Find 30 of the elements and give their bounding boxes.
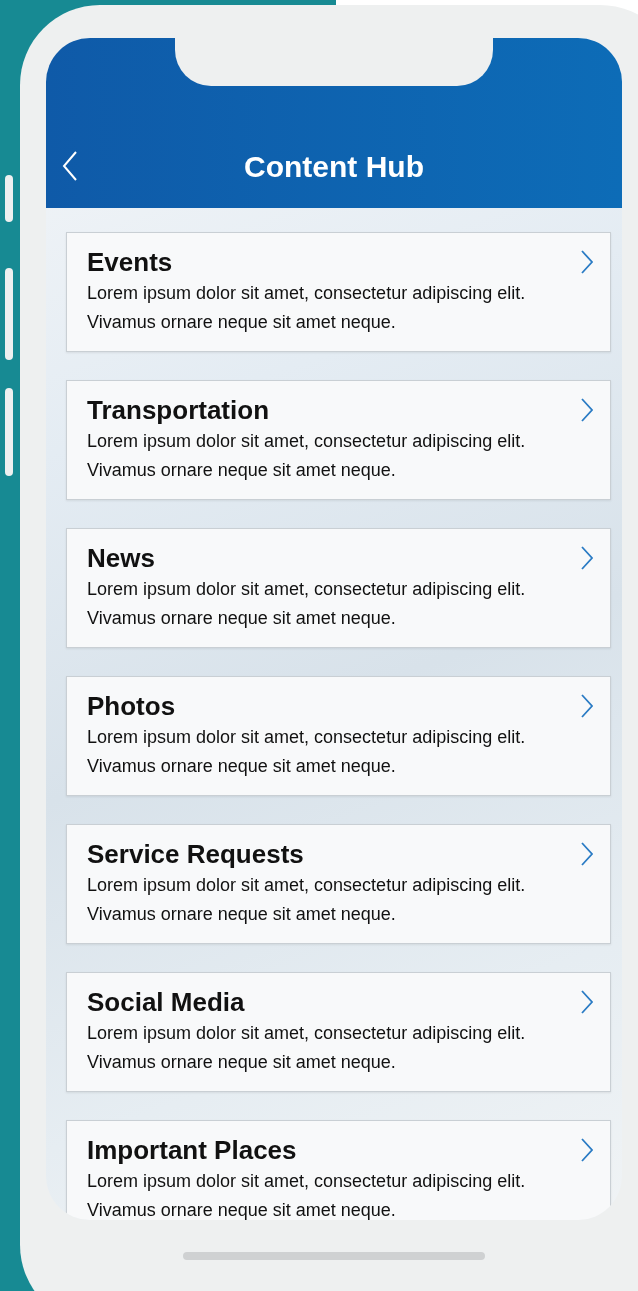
list-card[interactable]: Service Requests Lorem ipsum dolor sit amet, consectetur adipiscing elit. Vivamus ornare neque sit amet neque. xyxy=(66,824,611,944)
back-icon[interactable] xyxy=(62,150,78,182)
card-title: News xyxy=(87,542,156,575)
chevron-icon xyxy=(581,842,593,866)
chevron-icon xyxy=(581,398,593,422)
card-title: Photos xyxy=(87,690,177,723)
chevron-icon xyxy=(581,1138,593,1162)
card-title: Transportation xyxy=(87,394,270,427)
chevron-icon xyxy=(581,694,593,718)
card-description: Lorem ipsum dolor sit amet, consectetur adipiscing elit. Vivamus ornare neque sit amet neque. xyxy=(87,430,527,482)
screen-title: Content Hub xyxy=(244,150,424,184)
list-card[interactable]: Important Places Lorem ipsum dolor sit amet, consectetur adipiscing elit. Vivamus ornare neque sit amet neque. xyxy=(66,1120,611,1220)
card-title: Service Requests xyxy=(87,838,305,871)
list-card[interactable]: Social Media Lorem ipsum dolor sit amet, consectetur adipiscing elit. Vivamus ornare neque sit amet neque. xyxy=(66,972,611,1092)
card-title: Events xyxy=(87,246,174,279)
chevron-icon xyxy=(581,990,593,1014)
card-description: Lorem ipsum dolor sit amet, consectetur adipiscing elit. Vivamus ornare neque sit amet neque. xyxy=(87,874,527,926)
list-card[interactable]: Transportation Lorem ipsum dolor sit amet, consectetur adipiscing elit. Vivamus ornare neque sit amet neque. xyxy=(66,380,611,500)
list-card[interactable]: Events Lorem ipsum dolor sit amet, consectetur adipiscing elit. Vivamus ornare neque sit amet neque. xyxy=(66,232,611,352)
chevron-icon xyxy=(581,250,593,274)
card-description: Lorem ipsum dolor sit amet, consectetur adipiscing elit. Vivamus ornare neque sit amet neque. xyxy=(87,726,527,778)
list-card[interactable]: Photos Lorem ipsum dolor sit amet, consectetur adipiscing elit. Vivamus ornare neque sit amet neque. xyxy=(66,676,611,796)
chevron-icon xyxy=(581,546,593,570)
card-description: Lorem ipsum dolor sit amet, consectetur adipiscing elit. Vivamus ornare neque sit amet neque. xyxy=(87,282,527,334)
card-description: Lorem ipsum dolor sit amet, consectetur adipiscing elit. Vivamus ornare neque sit amet neque. xyxy=(87,1022,527,1074)
card-description: Lorem ipsum dolor sit amet, consectetur adipiscing elit. Vivamus ornare neque sit amet neque. xyxy=(87,1170,527,1220)
card-title: Social Media xyxy=(87,986,246,1019)
list-card[interactable]: News Lorem ipsum dolor sit amet, consectetur adipiscing elit. Vivamus ornare neque sit amet neque. xyxy=(66,528,611,648)
card-description: Lorem ipsum dolor sit amet, consectetur adipiscing elit. Vivamus ornare neque sit amet neque. xyxy=(87,578,527,630)
card-title: Important Places xyxy=(87,1134,298,1167)
